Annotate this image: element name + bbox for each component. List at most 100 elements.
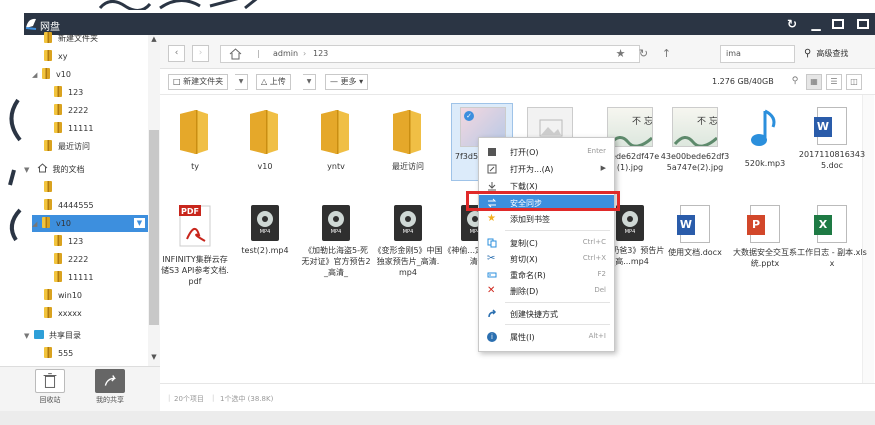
search-input[interactable]: ima xyxy=(720,45,795,63)
music-note-icon xyxy=(751,109,776,146)
up-arrow-icon[interactable]: ↑ xyxy=(658,45,675,62)
new-folder-button[interactable]: □ 新建文件夹 xyxy=(168,74,229,90)
selection-info: 1个选中 (38.8K) xyxy=(220,395,274,403)
expand-arrow-icon[interactable]: ◢ xyxy=(32,215,42,233)
column-view-button[interactable]: ◫ xyxy=(846,74,862,90)
folder-icon xyxy=(44,181,52,192)
advanced-search-button[interactable]: ⚲ 高级查找 xyxy=(800,45,870,63)
folder-icon xyxy=(44,347,52,358)
grid-view-button[interactable]: ▦ xyxy=(806,74,822,90)
menu-item-copy[interactable]: 复制(C) Ctrl+C xyxy=(479,235,614,250)
chevron-down-icon[interactable]: ▼ xyxy=(235,74,248,90)
tree-item[interactable]: 11111 xyxy=(54,269,93,287)
file-item[interactable]: W 使用文档.docx xyxy=(660,205,730,258)
tree-item[interactable]: ◢ v10 xyxy=(32,66,71,84)
tree-item[interactable]: xxxxx xyxy=(44,305,82,323)
app-logo-icon xyxy=(25,18,37,30)
file-item[interactable]: 不 忘 43e00bede62df35a747e(2).jpg xyxy=(660,107,730,173)
expand-arrow-icon[interactable]: ▼ xyxy=(24,161,34,179)
tree-item[interactable]: 123 xyxy=(54,233,83,251)
chevron-down-icon[interactable]: ▼ xyxy=(134,218,145,228)
expand-arrow-icon[interactable]: ▼ xyxy=(24,327,34,345)
menu-item-open-as[interactable]: 打开为...(A) ▶ xyxy=(479,161,614,176)
path-bar[interactable]: | admin › 123 xyxy=(220,45,640,63)
back-button[interactable]: ‹ xyxy=(168,45,185,62)
folder-icon xyxy=(180,110,208,154)
home-icon xyxy=(37,163,47,173)
tree-item[interactable]: 555 xyxy=(44,345,73,363)
tree-item[interactable]: 新建文件夹 xyxy=(44,30,98,48)
refresh-icon[interactable]: ↻ xyxy=(784,16,800,32)
more-button[interactable]: — 更多 ▾ xyxy=(325,74,369,90)
tree-item-selected[interactable]: ▶ 123 xyxy=(34,179,73,197)
tree-item[interactable]: xy xyxy=(44,48,67,66)
file-item[interactable]: MP4 《加勒比海盗5-死无对证》官方预告2_高清_ xyxy=(301,205,371,278)
file-item[interactable]: MP4 test(2).mp4 xyxy=(230,205,300,256)
file-item[interactable]: 最近访问 xyxy=(373,108,443,172)
folder-icon xyxy=(54,271,62,282)
minimize-button[interactable]: ▁ xyxy=(808,16,824,32)
upload-button[interactable]: △ 上传 xyxy=(256,74,291,90)
recycle-bin-button[interactable]: 回收站 xyxy=(27,369,73,409)
forward-button[interactable]: › xyxy=(192,45,209,62)
close-button[interactable] xyxy=(855,16,871,32)
pdf-icon: PDF xyxy=(179,205,211,247)
maximize-button[interactable] xyxy=(830,16,846,32)
file-item[interactable]: PDF INFINITY集群云存储S3 API参考文档.pdf xyxy=(160,205,230,287)
tree-item[interactable]: 123 xyxy=(54,84,83,102)
sidebar-scrollbar[interactable]: ▲ ▼ xyxy=(148,35,160,366)
download-icon xyxy=(488,182,496,191)
tree-item[interactable]: 4444555 xyxy=(44,197,94,215)
chevron-down-icon[interactable]: ▼ xyxy=(303,74,316,90)
my-share-button[interactable]: 我的共享 xyxy=(87,369,133,409)
copy-icon xyxy=(487,238,497,248)
scroll-up-icon[interactable]: ▲ xyxy=(148,35,160,45)
tree-item[interactable]: 最近访问 xyxy=(44,138,90,156)
tree-item[interactable]: ◢ v10 xyxy=(32,215,71,233)
file-item[interactable]: W 20171108163435.doc xyxy=(797,107,867,171)
zoom-icon[interactable]: ⚲ xyxy=(787,74,803,90)
menu-item-cut[interactable]: ✂ 剪切(X) Ctrl+X xyxy=(479,251,614,266)
scrollbar-thumb[interactable] xyxy=(149,130,159,325)
menu-item-properties[interactable]: i 属性(I) Alt+I xyxy=(479,329,614,344)
menu-item-delete[interactable]: ✕ 删除(D) Del xyxy=(479,283,614,298)
menu-item-create-shortcut[interactable]: 创建快捷方式 xyxy=(479,306,614,321)
tree-item[interactable]: 2222 xyxy=(54,102,88,120)
folder-icon xyxy=(54,253,62,264)
background-decoration xyxy=(98,0,258,10)
file-item[interactable]: yntv xyxy=(301,108,371,172)
breadcrumb-item[interactable]: admin xyxy=(273,49,298,58)
list-view-button[interactable]: ☰ xyxy=(826,74,842,90)
breadcrumb-item[interactable]: 123 xyxy=(313,49,328,58)
scroll-down-icon[interactable]: ▼ xyxy=(148,353,160,363)
menu-item-open[interactable]: 打开(O) Enter xyxy=(479,144,614,159)
video-file-icon: MP4 xyxy=(394,205,422,241)
tree-item-my-docs[interactable]: ▼ 我的文档 xyxy=(24,161,85,179)
bookmark-star-icon[interactable]: ★ xyxy=(612,45,629,62)
menu-item-bookmark[interactable]: ★ 添加到书签 xyxy=(479,211,614,226)
checkbox-checked-icon[interactable]: ✓ xyxy=(464,111,474,121)
sidebar-footer: 回收站 我的共享 xyxy=(0,366,160,411)
expand-arrow-icon[interactable]: ▶ xyxy=(34,179,44,197)
file-item[interactable]: X 工作日志 - 副本.xlsx xyxy=(797,205,867,269)
tree-item[interactable]: 11111 xyxy=(54,120,93,138)
home-icon[interactable] xyxy=(229,48,242,60)
menu-item-rename[interactable]: 重命名(R) F2 xyxy=(479,267,614,282)
file-item[interactable]: ty xyxy=(160,108,230,172)
folder-icon xyxy=(321,110,349,154)
rename-icon xyxy=(487,272,497,278)
tree-item[interactable]: win10 xyxy=(44,287,82,305)
refresh-icon[interactable]: ↻ xyxy=(635,45,652,62)
file-item[interactable]: MP4 《变形金刚5》中国独家预告片_高清.mp4 xyxy=(373,205,443,278)
tree-item[interactable]: 2222 xyxy=(54,251,88,269)
toolbar: □ 新建文件夹 ▼ △ 上传 ▼ — 更多 ▾ 1.276 GB/40GB ⚲ … xyxy=(160,69,875,95)
file-item[interactable]: v10 xyxy=(230,108,300,172)
file-item[interactable]: P 大数据安全交互系统.pptx xyxy=(730,205,800,269)
folder-icon xyxy=(44,307,52,318)
status-bar: | 20个项目 | 1个选中 (38.8K) xyxy=(160,383,875,411)
title-bar: 网盘 ↻ ▁ xyxy=(24,13,875,35)
tree-item-shared[interactable]: ▼ 共享目录 xyxy=(24,327,81,345)
file-item[interactable]: 520k.mp3 xyxy=(730,107,800,169)
storage-usage: 1.276 GB/40GB xyxy=(712,77,774,86)
expand-arrow-icon[interactable]: ◢ xyxy=(32,66,42,84)
